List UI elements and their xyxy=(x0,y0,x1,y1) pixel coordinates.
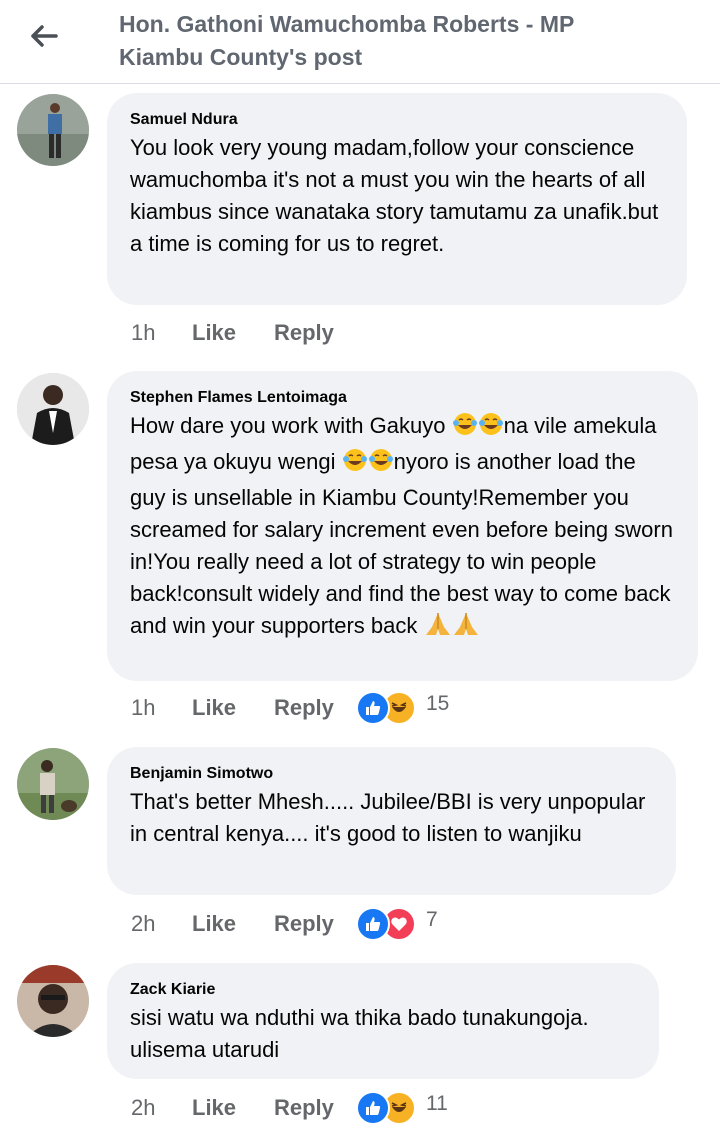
folded-hands-emoji-icon xyxy=(452,611,480,646)
reaction-summary[interactable]: 7 xyxy=(356,907,438,941)
comment-text: You look very young madam,follow your co… xyxy=(130,135,659,256)
reaction-summary[interactable]: 15 xyxy=(356,691,449,725)
like-reaction-icon xyxy=(356,691,390,725)
like-button[interactable]: Like xyxy=(192,1095,274,1121)
comment-bubble: Benjamin Simotwo That's better Mhesh....… xyxy=(107,747,676,895)
comment-timestamp[interactable]: 1h xyxy=(131,320,192,346)
like-reaction-icon xyxy=(356,1091,390,1125)
reaction-count[interactable]: 15 xyxy=(426,692,449,716)
reply-button[interactable]: Reply xyxy=(274,320,356,346)
avatar[interactable] xyxy=(17,965,89,1037)
tears-of-joy-emoji-icon xyxy=(452,411,478,446)
post-header: Hon. Gathoni Wamuchomba Roberts - MP Kia… xyxy=(0,0,720,84)
like-reaction-icon xyxy=(356,907,390,941)
avatar[interactable] xyxy=(17,373,89,445)
comment-author[interactable]: Zack Kiarie xyxy=(130,980,637,1000)
back-arrow-icon xyxy=(31,25,58,47)
comment-text: How dare you work with Gakuyo na vile am… xyxy=(130,410,676,646)
avatar[interactable] xyxy=(17,94,89,166)
comment-actions: 1h Like Reply 15 xyxy=(131,691,449,725)
like-button[interactable]: Like xyxy=(192,320,274,346)
like-button[interactable]: Like xyxy=(192,695,274,721)
post-author-title: Hon. Gathoni Wamuchomba Roberts - MP xyxy=(119,11,575,37)
comment-bubble: Zack Kiarie sisi watu wa nduthi wa thika… xyxy=(107,963,659,1079)
comment-author[interactable]: Stephen Flames Lentoimaga xyxy=(130,388,676,408)
tears-of-joy-emoji-icon xyxy=(478,411,504,446)
comment-bubble: Stephen Flames Lentoimaga How dare you w… xyxy=(107,371,698,681)
comment-text: That's better Mhesh..... Jubilee/BBI is … xyxy=(130,789,646,846)
reaction-count[interactable]: 11 xyxy=(426,1092,448,1116)
comment-text-part: nyoro is another load the guy is unsella… xyxy=(130,449,673,638)
comment-text: sisi watu wa nduthi wa thika bado tunaku… xyxy=(130,1005,589,1062)
reply-button[interactable]: Reply xyxy=(274,695,356,721)
comment-timestamp[interactable]: 1h xyxy=(131,695,192,721)
folded-hands-emoji-icon xyxy=(424,611,452,646)
reply-button[interactable]: Reply xyxy=(274,1095,356,1121)
comment-author[interactable]: Samuel Ndura xyxy=(130,110,665,130)
like-button[interactable]: Like xyxy=(192,911,274,937)
comment-actions: 2h Like Reply 7 xyxy=(131,907,438,941)
comment-timestamp[interactable]: 2h xyxy=(131,1095,192,1121)
post-subtitle: Kiambu County's post xyxy=(119,44,363,70)
reply-button[interactable]: Reply xyxy=(274,911,356,937)
comment-actions: 1h Like Reply xyxy=(131,316,356,350)
comment-bubble: Samuel Ndura You look very young madam,f… xyxy=(107,93,687,305)
comment-actions: 2h Like Reply 11 xyxy=(131,1091,448,1125)
comment-author[interactable]: Benjamin Simotwo xyxy=(130,764,654,784)
tears-of-joy-emoji-icon xyxy=(368,447,394,482)
comment-timestamp[interactable]: 2h xyxy=(131,911,192,937)
page-title: Hon. Gathoni Wamuchomba Roberts - MP Kia… xyxy=(119,8,679,74)
comment-text-part: How dare you work with Gakuyo xyxy=(130,413,452,438)
back-button[interactable] xyxy=(26,18,62,54)
reaction-count[interactable]: 7 xyxy=(426,908,438,932)
tears-of-joy-emoji-icon xyxy=(342,447,368,482)
avatar[interactable] xyxy=(17,748,89,820)
reaction-summary[interactable]: 11 xyxy=(356,1091,448,1125)
